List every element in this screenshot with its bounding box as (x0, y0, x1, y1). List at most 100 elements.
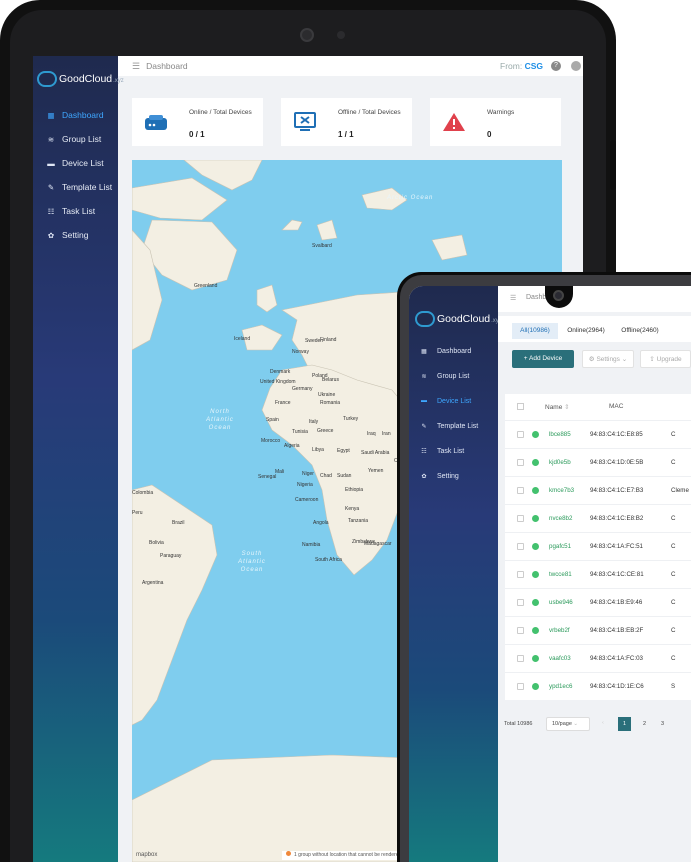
row-checkbox[interactable] (517, 515, 524, 522)
sidebar-item-setting[interactable]: ✿ Setting (33, 225, 118, 245)
total-count: Total 10986 (504, 721, 533, 727)
device-mac: 94:83:C4:1B:E9:46 (590, 599, 643, 606)
row-checkbox[interactable] (517, 655, 524, 662)
column-mac: MAC (609, 403, 624, 410)
gear-icon: ✿ (47, 230, 55, 240)
table-row[interactable]: vrbeb2f 94:83:C4:1B:EB:2F C (505, 616, 691, 644)
menu-toggle-icon[interactable]: ☰ (510, 294, 516, 302)
tab-offline[interactable]: Offline(2460) (614, 323, 666, 339)
sidebar-item-dashboard[interactable]: ▦ Dashboard (33, 105, 118, 125)
device-name[interactable]: kjd0e5b (549, 459, 571, 466)
device-name[interactable]: vaafc03 (549, 655, 571, 662)
phone-top-bar: ☰ Dashboard (498, 286, 691, 312)
sidebar-item-label: Task List (62, 206, 96, 216)
select-all-checkbox[interactable] (517, 403, 524, 410)
sidebar-item-device-list[interactable]: ▬ Device List (33, 153, 118, 173)
page-1[interactable]: 1 (618, 717, 631, 731)
device-name[interactable]: usbe946 (549, 599, 573, 606)
status-online-icon (532, 515, 539, 522)
map-country-label: France (275, 400, 291, 406)
sidebar-item-template-list[interactable]: ✎ Template List (409, 417, 498, 435)
row-checkbox[interactable] (517, 459, 524, 466)
device-name[interactable]: nvce8b2 (549, 515, 572, 522)
row-checkbox[interactable] (517, 543, 524, 550)
status-online-icon (532, 599, 539, 606)
device-name[interactable]: twcce81 (549, 571, 572, 578)
settings-dropdown[interactable]: ⚙ Settings ⌄ (582, 350, 634, 368)
gear-icon: ✿ (421, 473, 427, 480)
card-value: 1 / 1 (338, 130, 354, 139)
device-mac: 94:83:C4:1C:CE:81 (590, 571, 644, 578)
page-2[interactable]: 2 (638, 717, 651, 731)
map-country-label: Saudi Arabia (361, 450, 390, 456)
table-row[interactable]: twcce81 94:83:C4:1C:CE:81 C (505, 560, 691, 588)
sidebar-item-device-list[interactable]: ▬ Device List (409, 392, 498, 410)
row-checkbox[interactable] (517, 571, 524, 578)
sidebar-item-task-list[interactable]: ☷ Task List (409, 442, 498, 460)
page-3[interactable]: 3 (656, 717, 669, 731)
column-name[interactable]: Name ⇕ (545, 403, 570, 411)
table-row[interactable]: vaafc03 94:83:C4:1A:FC:03 C (505, 644, 691, 672)
map-country-label: Brazil (172, 520, 185, 526)
table-row[interactable]: ypd1ec6 94:83:C4:1D:1E:C6 S (505, 672, 691, 700)
device-extra: C (671, 515, 676, 522)
grid-icon: ▦ (47, 110, 55, 120)
table-row[interactable]: kjd0e5b 94:83:C4:1D:0E:5B C (505, 448, 691, 476)
device-extra: S (671, 683, 676, 690)
brand-logo[interactable]: GoodCloud .xyz (37, 68, 124, 90)
phone-sidebar: GoodCloud .xyz ▦ Dashboard ≋ Group List ▬ Devi… (409, 286, 502, 862)
device-name[interactable]: pgafc51 (549, 543, 571, 550)
row-checkbox[interactable] (517, 683, 524, 690)
device-status-tabs: All(10986) Online(2964) Offline(2460) (498, 316, 691, 342)
sidebar-item-label: Group List (62, 134, 102, 144)
card-warnings[interactable]: Warnings 0 (430, 98, 561, 146)
row-checkbox[interactable] (517, 431, 524, 438)
status-online-icon (532, 627, 539, 634)
mapbox-attribution[interactable]: mapbox (136, 852, 157, 858)
card-offline-devices[interactable]: Offline / Total Devices 1 / 1 (281, 98, 412, 146)
tablet-side-button (610, 140, 616, 190)
table-row[interactable]: usbe946 94:83:C4:1B:E9:46 C (505, 588, 691, 616)
add-device-button[interactable]: + Add Device (512, 350, 574, 368)
card-online-devices[interactable]: Online / Total Devices 0 / 1 (132, 98, 263, 146)
row-checkbox[interactable] (517, 599, 524, 606)
tab-online[interactable]: Online(2964) (560, 323, 612, 339)
sidebar-item-group-list[interactable]: ≋ Group List (33, 129, 118, 149)
sort-icon: ⇕ (562, 404, 570, 411)
help-icon[interactable]: ? (551, 61, 561, 71)
table-row[interactable]: lbce885 94:83:C4:1C:E8:85 C (505, 420, 691, 448)
page-size-select[interactable]: 10/page ⌄ (546, 717, 590, 731)
user-avatar[interactable] (571, 61, 581, 71)
device-name[interactable]: vrbeb2f (549, 627, 570, 634)
device-extra: C (671, 655, 676, 662)
sidebar-item-group-list[interactable]: ≋ Group List (409, 367, 498, 385)
org-selector[interactable]: From: CSG (500, 61, 543, 71)
status-online-icon (532, 571, 539, 578)
sidebar-item-dashboard[interactable]: ▦ Dashboard (409, 342, 498, 360)
table-row[interactable]: kmce7b3 94:83:C4:1C:E7:B3 Cleme (505, 476, 691, 504)
brand-logo[interactable]: GoodCloud .xyz (415, 308, 502, 330)
sidebar-item-label: Group List (437, 372, 470, 380)
brand-name: GoodCloud (437, 313, 491, 325)
top-bar: ☰ Dashboard From: CSG ? (118, 56, 583, 76)
cloud-logo-icon (37, 71, 57, 87)
table-row[interactable]: nvce8b2 94:83:C4:1C:E8:B2 C (505, 504, 691, 532)
status-online-icon (532, 431, 539, 438)
tab-all[interactable]: All(10986) (512, 323, 558, 339)
status-online-icon (532, 487, 539, 494)
row-checkbox[interactable] (517, 487, 524, 494)
map-country-label: Angola (313, 520, 329, 526)
sidebar-item-setting[interactable]: ✿ Setting (409, 467, 498, 485)
device-name[interactable]: kmce7b3 (549, 487, 574, 494)
menu-toggle-icon[interactable]: ☰ (132, 61, 140, 72)
upgrade-button[interactable]: ⇪ Upgrade (640, 350, 691, 368)
sidebar-item-task-list[interactable]: ☷ Task List (33, 201, 118, 221)
row-checkbox[interactable] (517, 627, 524, 634)
device-name[interactable]: ypd1ec6 (549, 683, 572, 690)
card-title: Warnings (487, 109, 515, 116)
device-name[interactable]: lbce885 (549, 431, 571, 438)
prev-page-icon[interactable]: ‹ (602, 720, 604, 726)
table-row[interactable]: pgafc51 94:83:C4:1A:FC:51 C (505, 532, 691, 560)
map-country-label: Italy (309, 419, 319, 425)
sidebar-item-template-list[interactable]: ✎ Template List (33, 177, 118, 197)
